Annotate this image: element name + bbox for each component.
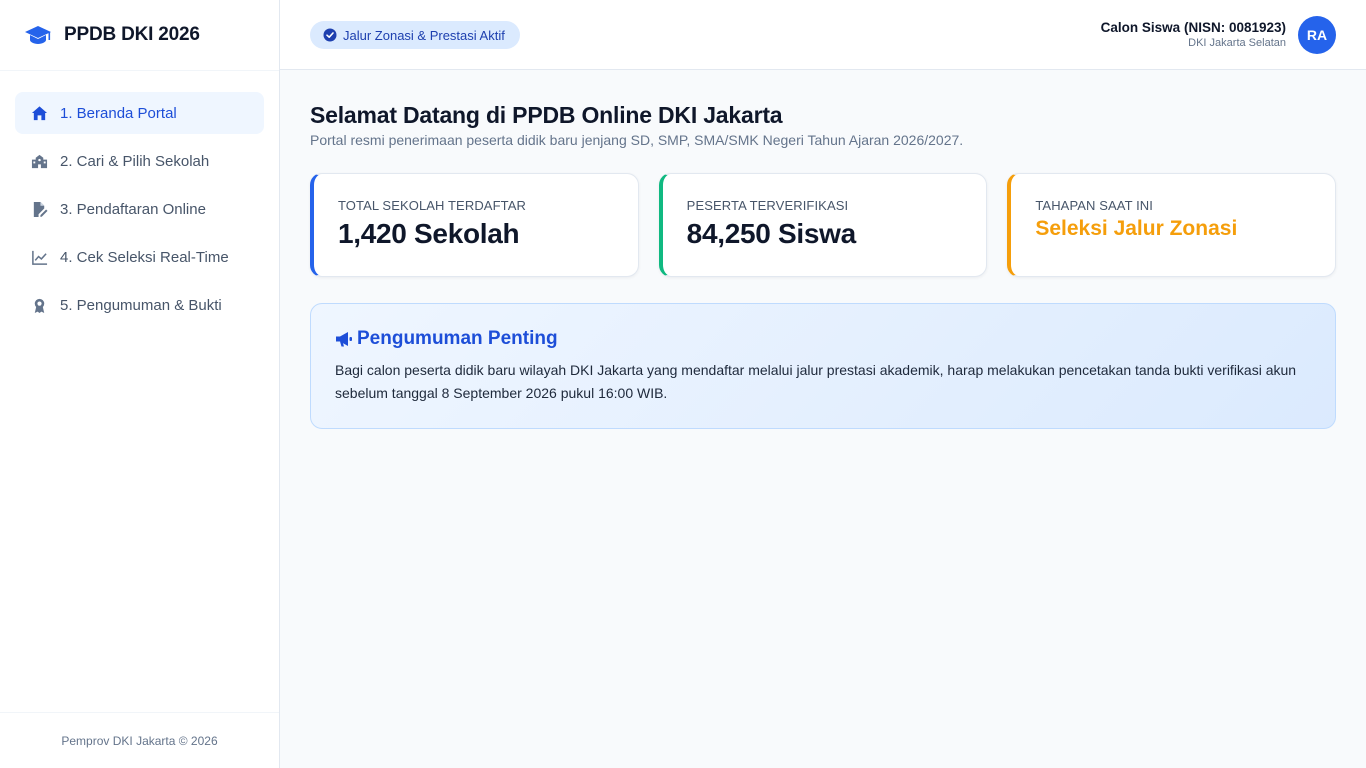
announcement-title: Pengumuman Penting — [335, 328, 1311, 350]
user-region: DKI Jakarta Selatan — [1188, 37, 1286, 49]
stat-card-tahapan: TAHAPAN SAAT INI Seleksi Jalur Zonasi — [1007, 173, 1337, 277]
school-icon — [30, 152, 48, 170]
stats-row: TOTAL SEKOLAH TERDAFTAR 1,420 Sekolah PE… — [310, 173, 1337, 277]
page-subtitle: Portal resmi penerimaan peserta didik ba… — [310, 132, 964, 148]
sidebar-item-label: 4. Cek Seleksi Real-Time — [60, 248, 229, 266]
line-chart-icon — [30, 248, 48, 266]
avatar[interactable]: RA — [1298, 16, 1336, 54]
stat-card-peserta-terverifikasi: PESERTA TERVERIFIKASI 84,250 Siswa — [658, 173, 988, 277]
stat-value: 84,250 Siswa — [686, 218, 857, 249]
stat-label: TAHAPAN SAAT INI — [1035, 198, 1154, 213]
status-badge: Jalur Zonasi & Prestasi Aktif — [310, 21, 520, 49]
award-icon — [30, 296, 48, 314]
sidebar-item-label: 2. Cari & Pilih Sekolah — [60, 152, 210, 170]
brand[interactable]: PPDB DKI 2026 — [0, 0, 279, 71]
announcement-body: Bagi calon peserta didik baru wilayah DK… — [335, 362, 1297, 401]
sidebar-item-label: 1. Beranda Portal — [60, 104, 177, 122]
megaphone-icon — [335, 330, 353, 348]
sidebar-nav: 1. Beranda Portal 2. Cari & Pilih Sekola… — [0, 71, 279, 326]
user-name: Calon Siswa (NISN: 0081923) — [1100, 20, 1286, 35]
sidebar-footer: Pemprov DKI Jakarta © 2026 — [0, 712, 279, 768]
sidebar-item-cari-sekolah[interactable]: 2. Cari & Pilih Sekolah — [15, 140, 264, 182]
stat-value: 1,420 Sekolah — [338, 218, 520, 249]
sidebar-item-beranda[interactable]: 1. Beranda Portal — [15, 92, 264, 134]
sidebar-item-pendaftaran[interactable]: 3. Pendaftaran Online — [15, 188, 264, 230]
stat-card-total-sekolah: TOTAL SEKOLAH TERDAFTAR 1,420 Sekolah — [310, 173, 639, 277]
sidebar-item-label: 3. Pendaftaran Online — [60, 200, 206, 218]
status-badge-label: Jalur Zonasi & Prestasi Aktif — [343, 27, 505, 43]
home-icon — [30, 104, 48, 122]
brand-name: PPDB DKI 2026 — [64, 24, 200, 45]
check-circle-icon — [323, 28, 337, 42]
announcement-card: Pengumuman Penting Bagi calon peserta di… — [310, 303, 1336, 429]
sidebar-item-cek-seleksi[interactable]: 4. Cek Seleksi Real-Time — [15, 236, 264, 278]
file-edit-icon — [30, 200, 48, 218]
stat-label: TOTAL SEKOLAH TERDAFTAR — [338, 198, 526, 213]
page-title: Selamat Datang di PPDB Online DKI Jakart… — [310, 102, 783, 128]
stat-label: PESERTA TERVERIFIKASI — [686, 198, 849, 213]
sidebar: PPDB DKI 2026 1. Beranda Portal 2. Cari … — [0, 0, 280, 768]
sidebar-item-label: 5. Pengumuman & Bukti — [60, 296, 222, 314]
user-profile[interactable]: Calon Siswa (NISN: 0081923) DKI Jakarta … — [1101, 16, 1336, 54]
sidebar-item-pengumuman[interactable]: 5. Pengumuman & Bukti — [15, 284, 264, 326]
stat-value: Seleksi Jalur Zonasi — [1035, 217, 1238, 240]
user-info: Calon Siswa (NISN: 0081923) DKI Jakarta … — [1101, 20, 1286, 50]
top-header: Jalur Zonasi & Prestasi Aktif Calon Sisw… — [280, 0, 1366, 70]
graduation-cap-icon — [24, 24, 52, 46]
main-content: Selamat Datang di PPDB Online DKI Jakart… — [310, 100, 1337, 429]
announcement-title-text: Pengumuman Penting — [357, 328, 558, 349]
